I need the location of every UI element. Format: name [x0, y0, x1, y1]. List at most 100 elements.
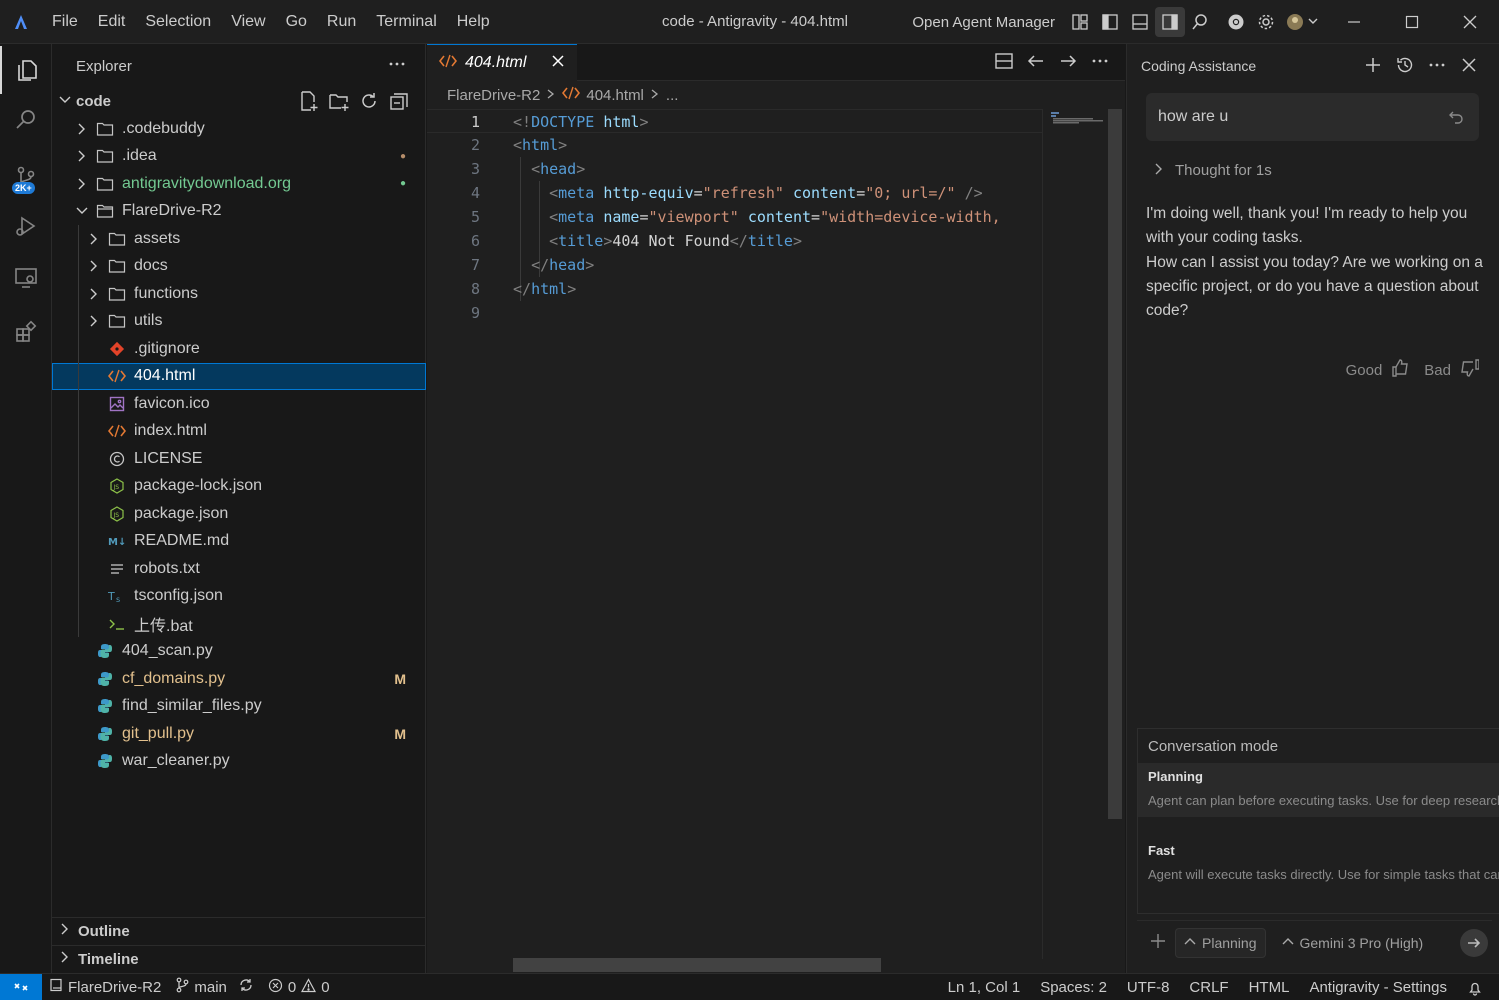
search-icon[interactable] [1185, 7, 1215, 37]
end-of-line[interactable]: CRLF [1179, 979, 1238, 996]
antigravity-settings[interactable]: Antigravity - Settings [1299, 979, 1457, 996]
send-button[interactable] [1460, 929, 1488, 957]
toggle-primary-sidebar-icon[interactable] [1095, 7, 1125, 37]
navigate-forward-icon[interactable] [1057, 50, 1079, 76]
problems-indicator[interactable]: 0 0 [261, 977, 337, 997]
collapse-folders-icon[interactable] [388, 90, 410, 116]
model-selector[interactable]: Gemini 3 Pro (High) [1274, 928, 1432, 958]
tree-item[interactable]: war_cleaner.py [52, 748, 426, 775]
tree-item[interactable]: favicon.ico [52, 390, 426, 417]
new-file-icon[interactable] [298, 90, 320, 116]
source-control-icon[interactable]: 2K+ [0, 154, 52, 202]
timeline-section[interactable]: Timeline [52, 945, 426, 972]
minimize-button[interactable] [1325, 0, 1383, 44]
history-icon[interactable] [1395, 55, 1415, 78]
new-chat-icon[interactable] [1363, 55, 1383, 78]
tree-item[interactable]: LICENSE [52, 445, 426, 472]
tree-item[interactable]: Ts tsconfig.json [52, 583, 426, 610]
settings-gear-icon[interactable] [1251, 7, 1281, 37]
tree-item[interactable]: docs [52, 253, 426, 280]
menu-terminal[interactable]: Terminal [366, 0, 446, 44]
breadcrumb-folder[interactable]: FlareDrive-R2 [447, 87, 540, 104]
new-folder-icon[interactable] [328, 90, 350, 116]
remote-explorer-icon[interactable] [0, 254, 52, 302]
encoding[interactable]: UTF-8 [1117, 979, 1180, 996]
mode-option-planning[interactable]: Planning Agent can plan before executing… [1138, 763, 1499, 817]
run-debug-icon[interactable] [0, 202, 52, 250]
bad-label[interactable]: Bad [1424, 362, 1451, 379]
mode-option-fast[interactable]: Fast Agent will execute tasks directly. … [1138, 837, 1499, 891]
tree-item[interactable]: cf_domains.py M [52, 665, 426, 692]
toggle-secondary-sidebar-icon[interactable] [1155, 7, 1185, 37]
good-label[interactable]: Good [1346, 362, 1383, 379]
tree-item[interactable]: .gitignore [52, 335, 426, 362]
tree-item[interactable]: .idea ● [52, 143, 426, 170]
menu-help[interactable]: Help [447, 0, 500, 44]
explorer-files-icon[interactable] [0, 46, 52, 94]
menu-edit[interactable]: Edit [88, 0, 136, 44]
toggle-panel-icon[interactable] [1125, 7, 1155, 37]
layout-grid-icon[interactable] [1065, 7, 1095, 37]
branch-indicator[interactable]: main [168, 977, 261, 997]
remote-indicator[interactable] [0, 973, 42, 1000]
menu-run[interactable]: Run [317, 0, 366, 44]
refresh-explorer-icon[interactable] [358, 90, 380, 116]
tree-item[interactable]: antigravitydownload.org ● [52, 170, 426, 197]
tree-item[interactable]: robots.txt [52, 555, 426, 582]
undo-icon[interactable] [1447, 108, 1465, 131]
sync-icon[interactable] [238, 977, 254, 997]
breadcrumb-file[interactable]: 404.html [586, 87, 644, 104]
project-indicator[interactable]: FlareDrive-R2 [42, 978, 168, 996]
outline-section[interactable]: Outline [52, 917, 426, 944]
tree-item[interactable]: index.html [52, 418, 426, 445]
tree-item[interactable]: utils [52, 308, 426, 335]
chat-more-icon[interactable] [1427, 55, 1447, 78]
menu-file[interactable]: File [42, 0, 88, 44]
tree-item[interactable]: JS package.json [52, 500, 426, 527]
thumbs-down-icon[interactable] [1459, 358, 1480, 382]
search-view-icon[interactable] [0, 96, 52, 144]
language-mode[interactable]: HTML [1239, 979, 1300, 996]
tree-item[interactable]: git_pull.py M [52, 720, 426, 747]
open-agent-manager-button[interactable]: Open Agent Manager [912, 14, 1055, 31]
breadcrumb-symbols[interactable]: ... [666, 87, 679, 104]
thumbs-up-icon[interactable] [1390, 358, 1410, 382]
tree-item[interactable]: find_similar_files.py [52, 693, 426, 720]
mode-selector[interactable]: Planning [1175, 927, 1266, 958]
extensions-icon[interactable] [0, 308, 52, 356]
tree-item[interactable]: assets [52, 225, 426, 252]
menu-selection[interactable]: Selection [135, 0, 221, 44]
vertical-scrollbar[interactable] [1108, 109, 1122, 819]
tree-item[interactable]: FlareDrive-R2 [52, 198, 426, 225]
cursor-position[interactable]: Ln 1, Col 1 [938, 979, 1031, 996]
code-editor[interactable]: 1 <!DOCTYPE html> 2 <html> 3 <head> 4 <met… [427, 109, 1042, 959]
tab-404-html[interactable]: 404.html [427, 44, 577, 81]
thought-toggle[interactable]: Thought for 1s [1153, 162, 1272, 179]
tree-item[interactable]: 404_scan.py [52, 638, 426, 665]
editor-more-actions-icon[interactable] [1089, 50, 1111, 76]
navigate-back-icon[interactable] [1025, 50, 1047, 76]
minimap[interactable] [1042, 109, 1110, 959]
indentation[interactable]: Spaces: 2 [1030, 979, 1117, 996]
account-avatar-icon[interactable] [1281, 7, 1325, 37]
user-message-bubble[interactable]: how are u [1146, 93, 1479, 141]
horizontal-scrollbar[interactable] [513, 958, 881, 972]
tree-item[interactable]: functions [52, 280, 426, 307]
close-window-button[interactable] [1441, 0, 1499, 44]
menu-go[interactable]: Go [276, 0, 317, 44]
more-actions-icon[interactable] [387, 54, 407, 78]
workspace-root-row[interactable]: code [52, 88, 426, 115]
tree-item[interactable]: JS package-lock.json [52, 473, 426, 500]
add-context-icon[interactable] [1149, 932, 1167, 954]
tree-item[interactable]: .codebuddy [52, 115, 426, 142]
maximize-button[interactable] [1383, 0, 1441, 44]
notifications-bell-icon[interactable] [1457, 980, 1499, 996]
close-panel-icon[interactable] [1459, 55, 1479, 78]
tree-item[interactable]: M↓ README.md [52, 528, 426, 555]
chrome-browser-icon[interactable] [1221, 7, 1251, 37]
tree-item[interactable]: 上传.bat [52, 610, 426, 637]
menu-view[interactable]: View [221, 0, 275, 44]
tree-item[interactable]: 404.html [52, 362, 426, 390]
split-editor-icon[interactable] [993, 50, 1015, 76]
close-tab-icon[interactable] [551, 54, 565, 73]
